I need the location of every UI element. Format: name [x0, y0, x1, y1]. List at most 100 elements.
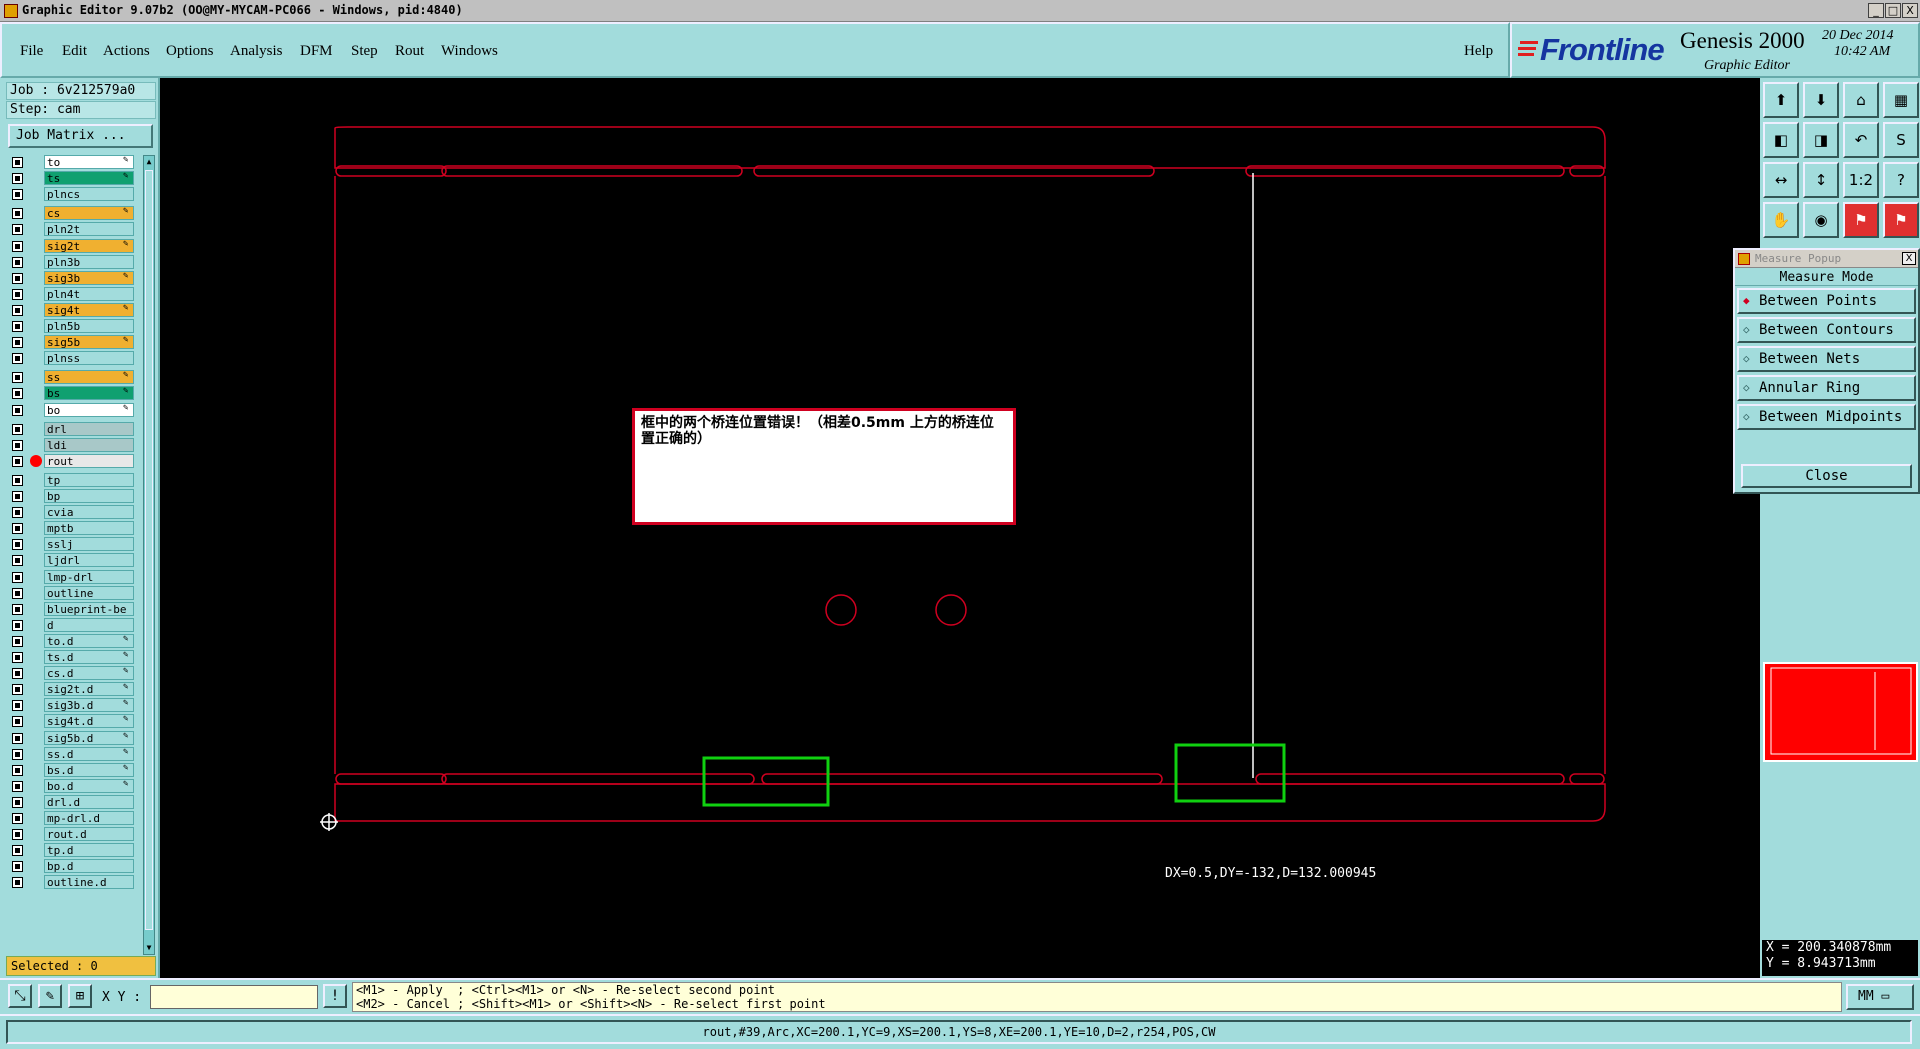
graphic-canvas[interactable]: 框中的两个桥连位置错误！（相差0.5mm 上方的桥连位置正确的） DX=0.5,… [160, 78, 1760, 978]
layer-name[interactable]: sig3b.d [44, 698, 134, 713]
option-between-midpoints[interactable]: ◇ Between Midpoints [1737, 404, 1916, 430]
layer-row-cs[interactable]: cs ✎ [8, 206, 134, 221]
layer-checkbox[interactable] [12, 764, 23, 776]
layer-row-cvia[interactable]: cvia [8, 505, 134, 520]
layer-checkbox[interactable] [12, 668, 23, 680]
layer-name[interactable]: to.d [44, 633, 134, 648]
layer-name[interactable]: ljdrl [44, 553, 134, 568]
layer-checkbox[interactable] [12, 829, 23, 841]
layer-name[interactable]: outline.d [44, 875, 134, 890]
layer-checkbox[interactable] [12, 173, 23, 185]
layer-name[interactable]: sig3b [44, 270, 134, 285]
layer-name[interactable]: cs.d [44, 666, 134, 681]
layer-name[interactable]: pln5b [44, 319, 134, 333]
units-selector[interactable]: MM ▭ [1846, 984, 1914, 1010]
layer-row-outline[interactable]: outline [8, 585, 134, 600]
layer-checkbox[interactable] [12, 272, 23, 284]
overview-map[interactable] [1763, 662, 1918, 762]
option-between-nets[interactable]: ◇ Between Nets [1737, 346, 1916, 372]
layer-row-bs[interactable]: bs ✎ [8, 386, 134, 401]
layer-checkbox[interactable] [12, 619, 23, 631]
minimize-button[interactable]: _ [1868, 3, 1884, 18]
close-window-button[interactable]: X [1902, 3, 1918, 18]
layer-row-plnss[interactable]: plnss [8, 351, 134, 366]
layer-row-d[interactable]: d [8, 617, 134, 632]
fit-left-icon[interactable]: ◧ [1763, 122, 1799, 158]
menu-step[interactable]: Step [351, 43, 378, 60]
layer-name[interactable]: bp [44, 489, 134, 503]
layer-name[interactable]: ss.d [44, 746, 134, 761]
job-matrix-button[interactable]: Job Matrix ... [8, 124, 153, 148]
layer-checkbox[interactable] [12, 603, 23, 615]
layer-row-ts-d[interactable]: ts.d ✎ [8, 650, 134, 664]
layer-checkbox[interactable] [12, 684, 23, 696]
layer-checkbox[interactable] [12, 404, 23, 416]
layer-checkbox[interactable] [12, 700, 23, 712]
save-job-icon[interactable]: ⬇ [1803, 82, 1839, 118]
layer-row-rout-d[interactable]: rout.d [8, 827, 134, 842]
layer-name[interactable]: bs [44, 386, 134, 401]
layer-checkbox[interactable] [12, 635, 23, 647]
layer-row-mptb[interactable]: mptb [8, 521, 134, 536]
layer-scrollbar[interactable]: ▲ ▼ [143, 155, 155, 955]
layer-row-pln3b[interactable]: pln3b [8, 254, 134, 269]
layer-name[interactable]: to [44, 155, 134, 169]
menu-dfm[interactable]: DFM [300, 43, 333, 60]
layer-checkbox[interactable] [12, 507, 23, 519]
layer-name[interactable]: plnss [44, 351, 134, 366]
menu-actions[interactable]: Actions [103, 43, 150, 60]
layer-name[interactable]: bo.d [44, 778, 134, 793]
layer-checkbox[interactable] [12, 157, 23, 168]
layer-name[interactable]: tp [44, 472, 134, 487]
layer-name[interactable]: sig2t [44, 238, 134, 253]
layer-checkbox[interactable] [12, 813, 23, 824]
layer-row-pln2t[interactable]: pln2t [8, 222, 134, 237]
layer-checkbox[interactable] [12, 523, 23, 535]
layer-checkbox[interactable] [12, 439, 23, 451]
layer-row-bp-d[interactable]: bp.d [8, 859, 134, 874]
layer-checkbox[interactable] [12, 491, 23, 502]
layer-name[interactable]: lmp-drl [44, 569, 134, 584]
layer-row-sig5b[interactable]: sig5b ✎ [8, 335, 134, 350]
menu-rout[interactable]: Rout [395, 43, 424, 60]
scroll-down-icon[interactable]: ▼ [144, 942, 154, 954]
layer-name[interactable]: bp.d [44, 859, 134, 874]
undo-zoom-icon[interactable]: ↶ [1843, 122, 1879, 158]
layer-checkbox[interactable] [12, 571, 23, 583]
layer-name[interactable]: ldi [44, 437, 134, 452]
layer-checkbox[interactable] [12, 288, 23, 300]
layer-row-to[interactable]: to ✎ [8, 155, 134, 169]
layer-row-drl-d[interactable]: drl.d [8, 794, 134, 809]
grid-tool-icon[interactable]: ⊞ [68, 984, 92, 1008]
layer-name[interactable]: ss [44, 370, 134, 385]
layer-row-sig3b-d[interactable]: sig3b.d ✎ [8, 698, 134, 713]
layer-name[interactable]: mp-drl.d [44, 811, 134, 825]
menu-help[interactable]: Help [1464, 43, 1493, 60]
layer-name[interactable]: rout [44, 453, 134, 468]
layer-checkbox[interactable] [12, 780, 23, 792]
layer-checkbox[interactable] [12, 732, 23, 744]
fit-height-icon[interactable]: ↕ [1803, 162, 1839, 198]
layer-checkbox[interactable] [12, 372, 23, 384]
menu-file[interactable]: File [20, 43, 43, 60]
layer-checkbox[interactable] [12, 224, 23, 236]
layer-row-sig5b-d[interactable]: sig5b.d ✎ [8, 730, 134, 745]
snapshot-icon[interactable]: ✋ [1763, 202, 1799, 238]
layer-row-ljdrl[interactable]: ljdrl [8, 553, 134, 568]
layer-checkbox[interactable] [12, 353, 23, 365]
layout-icon[interactable]: ▦ [1883, 82, 1919, 118]
home-icon[interactable]: ⌂ [1843, 82, 1879, 118]
layer-row-sig3b[interactable]: sig3b ✎ [8, 270, 134, 285]
option-between-points[interactable]: ◆ Between Points [1737, 288, 1916, 314]
layer-row-cs-d[interactable]: cs.d ✎ [8, 666, 134, 681]
layer-row-pln5b[interactable]: pln5b [8, 319, 134, 333]
layer-row-bp[interactable]: bp [8, 489, 134, 503]
layer-row-rout[interactable]: rout [8, 453, 134, 468]
help-icon[interactable]: ? [1883, 162, 1919, 198]
layer-name[interactable]: drl.d [44, 794, 134, 809]
layer-checkbox[interactable] [12, 423, 23, 435]
layer-checkbox[interactable] [12, 189, 23, 201]
layer-name[interactable]: plncs [44, 187, 134, 202]
layer-name[interactable]: rout.d [44, 827, 134, 842]
option-annular-ring[interactable]: ◇ Annular Ring [1737, 375, 1916, 401]
